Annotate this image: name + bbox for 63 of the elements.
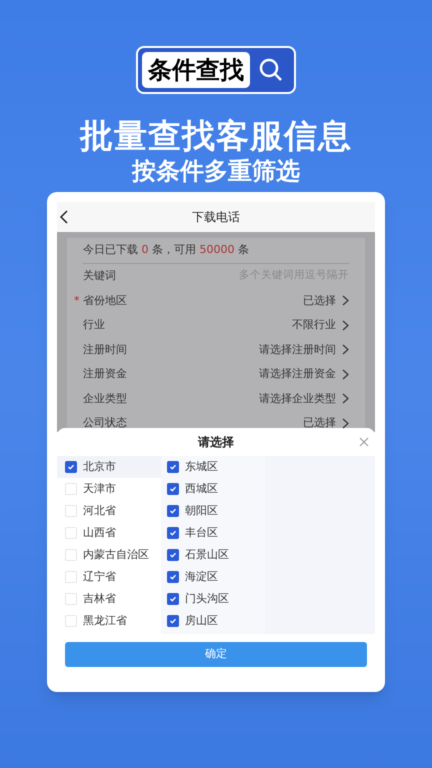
district-item[interactable]: 朝阳区 [161, 500, 265, 522]
check-icon [169, 507, 177, 515]
checkbox[interactable] [167, 483, 179, 495]
field-value[interactable]: 不限行业 [292, 317, 336, 334]
checkbox[interactable] [167, 461, 179, 473]
field-label: 注册时间 [83, 342, 127, 358]
search-icon [258, 57, 284, 83]
chevron-icon [342, 393, 349, 404]
checkbox[interactable] [167, 571, 179, 583]
field-label: 省份地区 [83, 292, 127, 308]
check-icon [169, 463, 177, 471]
screen-title: 下载电话 [192, 209, 240, 226]
checkbox[interactable] [167, 615, 179, 627]
district-item[interactable]: 石景山区 [161, 544, 265, 566]
district-item[interactable]: 东城区 [161, 456, 265, 478]
badge-title: 条件查找 [142, 52, 250, 88]
checkbox[interactable] [167, 593, 179, 605]
checkbox[interactable] [65, 615, 77, 627]
chevron-icon [342, 320, 349, 331]
check-icon [169, 485, 177, 493]
field-value[interactable]: 请选择注册时间 [259, 342, 336, 358]
checkbox[interactable] [65, 461, 77, 473]
district-item[interactable]: 西城区 [161, 478, 265, 500]
checkbox[interactable] [65, 483, 77, 495]
field-value[interactable]: 已选择 [303, 292, 336, 309]
checkbox[interactable] [65, 571, 77, 583]
checkbox[interactable] [167, 549, 179, 561]
check-icon [169, 573, 177, 581]
checkbox[interactable] [65, 593, 77, 605]
check-icon [169, 529, 177, 537]
subheadline: 按条件多重筛选 [132, 156, 300, 186]
field-value[interactable]: 请选择企业类型 [259, 390, 336, 407]
required-mark: * [74, 292, 80, 308]
check-icon [169, 595, 177, 603]
check-icon [169, 617, 177, 625]
chevron-icon [342, 418, 349, 429]
field-label: 关键词 [83, 268, 116, 284]
checkbox[interactable] [167, 527, 179, 539]
close-icon[interactable] [359, 437, 369, 447]
chevron-icon [342, 295, 349, 306]
field-label: 公司状态 [83, 415, 127, 431]
check-icon [67, 463, 75, 471]
district-item[interactable]: 海淀区 [161, 566, 265, 588]
chevron-icon [342, 344, 349, 356]
field-value[interactable]: 请选择注册资金 [259, 366, 336, 382]
field-label: 行业 [83, 317, 105, 333]
check-icon [169, 551, 177, 559]
quota-text: 今日已下载 0 条，可用 50000 条 [83, 242, 249, 258]
checkbox[interactable] [65, 549, 77, 561]
district-item[interactable]: 房山区 [161, 610, 265, 632]
district-item[interactable]: 门头沟区 [161, 588, 265, 610]
field-label: 注册资金 [83, 366, 127, 382]
province-item[interactable]: 北京市 [57, 456, 161, 478]
sheet-title: 请选择 [198, 434, 234, 451]
headline: 批量查找客服信息 [80, 116, 352, 156]
checkbox[interactable] [65, 527, 77, 539]
field-value[interactable]: 已选择 [303, 415, 336, 432]
chevron-icon [342, 368, 349, 380]
back-icon[interactable] [59, 210, 69, 224]
checkbox[interactable] [167, 505, 179, 517]
district-item[interactable]: 丰台区 [161, 522, 265, 544]
checkbox[interactable] [65, 505, 77, 517]
field-label: 企业类型 [83, 390, 127, 406]
